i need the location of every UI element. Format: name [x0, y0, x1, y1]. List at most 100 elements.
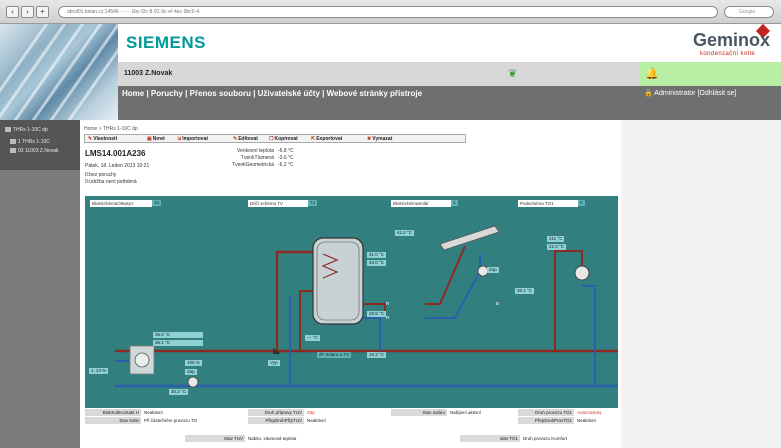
status-value: Neaktivní — [307, 418, 326, 423]
alarm-status[interactable]: 🔔 — [640, 62, 781, 86]
main-menu: Home | Poruchy | Přenos souboru | Uživat… — [118, 86, 781, 120]
boiler-temp: 36.6 °C — [153, 332, 203, 338]
geminox-logo: Geminox — [693, 30, 771, 50]
status-label: Druh přípravy TUV — [248, 409, 304, 416]
dt-value: 16.3 °C — [367, 352, 387, 358]
menu-separator: | — [250, 89, 258, 98]
edit-button[interactable]: ✎Editovat — [233, 136, 258, 142]
hc-flow-setpoint: 21.0 °C — [547, 244, 567, 250]
scheme-label: BlokSchémaOtepIyn — [90, 200, 152, 207]
copy-icon: ❐ — [269, 136, 274, 142]
add-tab-icon[interactable]: + — [36, 6, 49, 18]
properties-button[interactable]: ✎Vlastnosti — [88, 136, 117, 142]
device-status-service: 0:údržba není potřebná — [85, 179, 137, 185]
menu-separator: | — [319, 89, 327, 98]
status-value: Nabito, situmová teplota — [248, 436, 297, 441]
new-button[interactable]: ▣Nové — [147, 136, 165, 142]
scheme-label: Dílčí schéma TV — [248, 200, 308, 207]
status-value: Druh provozu Komfort — [523, 436, 568, 441]
import-button[interactable]: ⇲Importovat — [177, 136, 208, 142]
scheme-label: Podschéma TO1 — [518, 200, 578, 207]
back-icon[interactable]: ‹ — [6, 6, 19, 18]
browser-toolbar: ‹ › + abcd01.bnlan.cz:14546 · ·····1bc·f… — [0, 0, 781, 24]
new-icon: ▣ — [147, 136, 152, 142]
valve-state: Vyp — [268, 360, 280, 366]
user-bar: 11003 Z.Novak ❦ 🔔 — [118, 62, 781, 86]
current-user: Administrator — [654, 90, 696, 97]
trash-icon: ✖ — [367, 136, 372, 142]
collector-temp: 42.2 °C — [395, 230, 415, 236]
menu-poruchy[interactable]: Poruchy — [151, 89, 183, 98]
scheme-value: 0 — [578, 200, 585, 206]
menu-separator: | — [182, 89, 190, 98]
plant-icon — [10, 148, 16, 154]
leaf-icon[interactable]: ❦ — [508, 67, 520, 80]
tree-item-plant[interactable]: 03 11003 Z.Novak — [10, 148, 59, 154]
siemens-logo: SIEMENS — [126, 33, 207, 52]
tank-port: R — [386, 301, 390, 306]
pump-return-temp: 30.2 °C — [169, 389, 189, 395]
scheme-value: 74 — [308, 200, 318, 206]
pump-state: Zap — [185, 369, 197, 375]
status-value: Neaktivní — [144, 410, 163, 415]
outdoor-temps: Venkovní teplota -6.8 °C TvenkTlumená -3.6… — [226, 148, 294, 169]
plant-name: 11003 Z.Novak — [124, 70, 173, 77]
device-title: LMS14.001A236 — [85, 149, 146, 158]
tree-item-root[interactable]: THRs 1-10C dp — [5, 127, 48, 133]
copy-button[interactable]: ❐Kopírovat — [269, 136, 298, 142]
breadcrumb: Home > THRs 1-10C dp — [84, 126, 138, 132]
status-label: Stav soláru — [391, 409, 447, 416]
logout-link[interactable]: [Odhlásit se] — [697, 90, 736, 97]
right-pane — [621, 120, 781, 448]
breadcrumb-current: THRs 1-10C dp — [102, 126, 138, 132]
breadcrumb-home[interactable]: Home — [84, 126, 97, 132]
menu-webove-stranky[interactable]: Webové stránky přístroje — [327, 89, 422, 98]
menu-home[interactable]: Home — [122, 89, 144, 98]
edit-icon: ✎ — [233, 136, 238, 142]
search-field[interactable]: Google — [724, 6, 774, 18]
tank-port: R — [386, 315, 390, 320]
status-label: Druh provozu TO1 — [518, 409, 574, 416]
device-status-fault: 0:bez poruchy — [85, 172, 117, 178]
temp-row: TvenkGeometrická -6.2 °C — [232, 162, 294, 168]
status-value: Automatický — [577, 410, 602, 415]
status-table: BlokKotlKontakt H Neaktivní Stav kotle P… — [85, 408, 618, 448]
geminox-tagline: kondenzační kotle — [700, 51, 756, 57]
solar-pump-state: Zap — [487, 267, 499, 273]
import-icon: ⇲ — [177, 136, 182, 142]
scheme-value: 1 — [451, 200, 458, 206]
status-value: Neaktivní — [577, 418, 596, 423]
scheme-pipes — [115, 225, 618, 388]
menu-separator: | — [144, 89, 151, 98]
status-label: Stav TUV — [185, 435, 245, 442]
scheme-value: 12 — [152, 200, 162, 206]
status-label: PřepDruhPřípTUV — [248, 417, 304, 424]
boiler-modulation: 1. 24 % — [89, 368, 109, 374]
export-icon: ⇱ — [311, 136, 316, 142]
status-label: BlokKotlKontakt H — [85, 409, 141, 416]
temp-row: Venkovní teplota -6.8 °C — [237, 148, 294, 154]
menu-uzivatelske-ucty[interactable]: Uživatelské účty — [258, 89, 320, 98]
status-label: stav TO1 — [460, 435, 520, 442]
export-button[interactable]: ⇱Exportovat — [311, 136, 342, 142]
solar-port: B — [496, 301, 500, 306]
lock-icon: 🔒 — [644, 90, 653, 97]
action-toolbar: ✎Vlastnosti ▣Nové ⇲Importovat ✎Editovat … — [84, 134, 466, 143]
device-icon — [10, 139, 16, 145]
temp-row: TvenkTlumená -3.6 °C — [240, 155, 294, 161]
forward-icon[interactable]: › — [21, 6, 34, 18]
tree-item-device[interactable]: 1 THRs 1-10C — [10, 139, 50, 145]
tank-top-setpoint: 40.0 °C — [367, 260, 387, 266]
hc-flow-temp: 211 °C — [547, 236, 565, 242]
scheme-label: BlokSchémaSolár — [391, 200, 451, 207]
hc-return-temp: 36.1 °C — [515, 288, 535, 294]
sidebar: THRs 1-10C dp 1 THRs 1-10C 03 11003 Z.No… — [0, 120, 80, 448]
menu-prenos-souboru[interactable]: Přenos souboru — [190, 89, 251, 98]
status-label: Stav kotle — [85, 417, 141, 424]
delete-button[interactable]: ✖Vymazat — [367, 136, 392, 142]
hydraulic-scheme: BlokSchémaOtepIyn 12 Dílčí schéma TV 74 … — [85, 196, 618, 408]
tank-top-temp: 41.0 °C — [367, 252, 387, 258]
address-bar[interactable]: abcd01.bnlan.cz:14546 · ·····1bc·f2c·8·9… — [58, 6, 718, 18]
pump-speed: 100 % — [185, 360, 202, 366]
status-value: Nabíjení aktivní — [450, 410, 482, 415]
